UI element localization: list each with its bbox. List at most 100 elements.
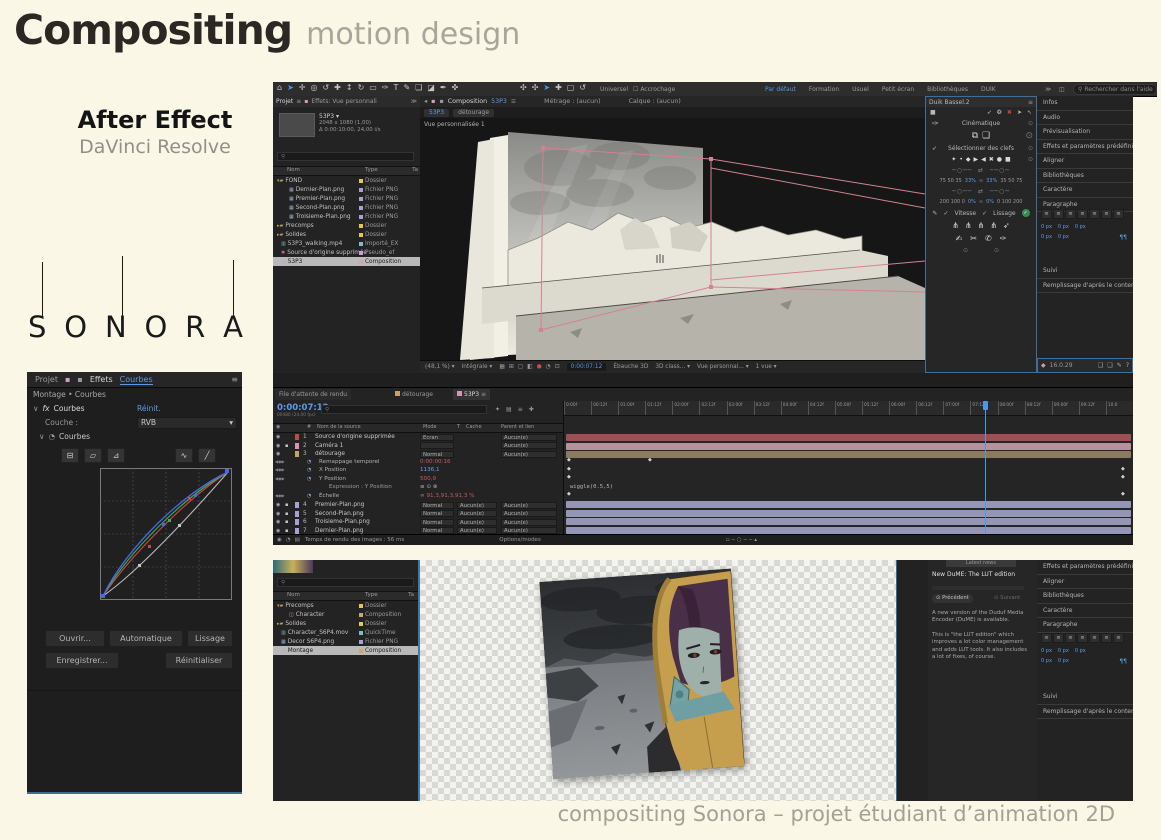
- lock-toggle[interactable]: ▪: [285, 511, 288, 517]
- fast-previews-button[interactable]: Ébauche 3D: [613, 364, 648, 370]
- layer-color-swatch[interactable]: [295, 502, 299, 508]
- auto-curve-button[interactable]: Automatique: [109, 630, 183, 647]
- keyframe-icon[interactable]: ◆: [567, 467, 571, 472]
- visibility-toggle[interactable]: ◉: [276, 511, 280, 517]
- label-color-swatch[interactable]: [359, 613, 363, 617]
- justify-last-left-icon[interactable]: ≡: [1077, 209, 1088, 219]
- project-search-input[interactable]: ⚲: [277, 152, 414, 161]
- reset-curve-button[interactable]: Réinitialiser: [165, 652, 233, 669]
- property-row-echelle[interactable]: ◀◆▶ ◔ Échelle ∞ 91,3,91,3,91,3 %: [273, 493, 563, 502]
- layer-name[interactable]: Second-Plan.png: [315, 511, 364, 517]
- layer-name[interactable]: Caméra 1: [315, 443, 343, 449]
- property-name[interactable]: Expression : Y Position: [329, 484, 392, 490]
- panel-item-caractere[interactable]: Caractère: [1037, 604, 1133, 619]
- tab-calque[interactable]: Calque : (aucun): [629, 98, 681, 105]
- layer-color-swatch[interactable]: [295, 511, 299, 517]
- region-of-interest-icon[interactable]: ▢: [518, 364, 523, 370]
- visibility-toggle[interactable]: ◉: [276, 528, 280, 534]
- layer-name[interactable]: Source d'origine supprimée: [315, 434, 395, 440]
- hand-tool-icon[interactable]: ✛: [299, 83, 306, 92]
- layer-name[interactable]: Troisieme-Plan.png: [315, 519, 370, 525]
- layer-premier-plan[interactable]: ◉ ▪ 4 Premier-Plan.png Normal Aucun(e) A…: [273, 501, 563, 510]
- property-value[interactable]: ∞ 91,3,91,3,91,3 %: [420, 493, 474, 499]
- layer-camera-1[interactable]: ◉ ▪ 2 Caméra 1 Aucun(e): [273, 442, 563, 451]
- project-item-character[interactable]: ◫ Character Composition: [273, 610, 418, 619]
- panel-item-audio[interactable]: Audio: [1037, 111, 1133, 126]
- column-trkmat[interactable]: T: [457, 424, 460, 430]
- blend-mode-select[interactable]: Normal: [420, 451, 454, 458]
- timeline-zoom-slider[interactable]: ▫─○──▴: [726, 537, 759, 543]
- copy-shape-icon[interactable]: ⧉: [972, 131, 978, 141]
- motion-blur-icon[interactable]: ✚: [529, 406, 534, 413]
- parent-select[interactable]: Aucun(e): [501, 451, 557, 458]
- indent-left-field[interactable]: 0 px: [1041, 224, 1052, 230]
- scroll-left-icon[interactable]: ◂: [424, 98, 427, 105]
- universel-dropdown[interactable]: Universel: [600, 86, 628, 93]
- panel-item-remplissage[interactable]: Remplissage d'après le contenu: [1037, 705, 1133, 720]
- channel-icon[interactable]: ●: [537, 364, 542, 370]
- project-item-decor[interactable]: ▦ Decor S6P4.png Fichier PNG: [273, 637, 418, 646]
- cut-icon[interactable]: ✂: [970, 234, 977, 243]
- resolution-select[interactable]: Intégrale ▾: [462, 364, 493, 370]
- character-layer-plane[interactable]: [539, 569, 744, 780]
- panel-menu-icon[interactable]: ≡: [231, 375, 238, 384]
- duik-link-icon[interactable]: ➶: [987, 109, 992, 116]
- project-search-input[interactable]: ⚲: [277, 578, 414, 587]
- text-tool-icon[interactable]: T: [394, 83, 399, 92]
- visibility-toggle[interactable]: ◉: [276, 519, 280, 525]
- column-ta[interactable]: Ta: [412, 167, 418, 173]
- stopwatch-icon[interactable]: ◔: [307, 493, 311, 499]
- keyframe-icon[interactable]: ◆: [1121, 492, 1125, 497]
- selection-tool-icon[interactable]: ➤: [287, 83, 294, 92]
- leg-rig-icon[interactable]: ⋔: [990, 221, 997, 230]
- layer-troisieme-plan[interactable]: ◉ ▪ 6 Troisieme-Plan.png Normal Aucun(e)…: [273, 518, 563, 527]
- label-color-swatch[interactable]: [359, 197, 363, 201]
- align-left-icon[interactable]: ≡: [1041, 633, 1052, 643]
- save-curve-button[interactable]: Enregistrer...: [45, 652, 119, 669]
- duik-brush-icon[interactable]: ✑: [932, 119, 939, 128]
- workspace-bibliotheques[interactable]: Bibliothèques: [927, 86, 968, 93]
- timeline-graph-area[interactable]: 0:00f00:12f01:00f01:12f02:00f02:12f03:00…: [563, 401, 1133, 545]
- dolly-tool-icon[interactable]: ↕: [346, 83, 353, 92]
- pen-icon[interactable]: ✎: [932, 210, 937, 217]
- workspace-duik[interactable]: DUIK: [981, 86, 996, 93]
- justify-last-left-icon[interactable]: ≡: [1077, 633, 1088, 643]
- space-after-field[interactable]: 0 px: [1058, 234, 1069, 240]
- rotate-tool-icon[interactable]: ↻: [358, 83, 365, 92]
- justify-last-right-icon[interactable]: ≡: [1101, 633, 1112, 643]
- indent-right-field[interactable]: 0 px: [1075, 224, 1086, 230]
- option-dot-icon[interactable]: ⊙: [994, 247, 999, 254]
- column-cache[interactable]: Cache: [466, 424, 482, 430]
- align-center-icon[interactable]: ≡: [1053, 209, 1064, 219]
- comp-tab-detourage[interactable]: détourage: [453, 109, 494, 117]
- tab-effets-vue[interactable]: Effets: Vue personnalisée 1: [311, 98, 377, 105]
- interpolation-slider[interactable]: ─○── ⇄ ──○─: [926, 165, 1036, 176]
- cinematique-button[interactable]: Cinématique: [962, 120, 1000, 127]
- collapse-icon[interactable]: ∨: [33, 404, 39, 413]
- viewport[interactable]: Vue personnalisée 1: [420, 118, 925, 360]
- reset-axis-icon[interactable]: ↺: [579, 83, 586, 92]
- align-center-icon[interactable]: ≡: [1053, 633, 1064, 643]
- checkbox-icon[interactable]: ☐: [633, 86, 638, 93]
- label-color-swatch[interactable]: [359, 640, 363, 644]
- panel-menu-icon[interactable]: ≡: [1028, 99, 1033, 106]
- property-value[interactable]: 0:00:00:16: [420, 459, 451, 465]
- project-item-troisieme-plan[interactable]: ▦ Troisieme-Plan.png Fichier PNG: [273, 212, 420, 221]
- parent-select[interactable]: Aucun(e): [501, 519, 557, 526]
- ease-in-field[interactable]: 33%: [965, 178, 976, 184]
- composition-mini-icon[interactable]: ✦: [495, 406, 500, 413]
- panel-item-bibliotheques[interactable]: Bibliothèques: [1037, 169, 1133, 184]
- tab-metrage[interactable]: Métrage : (aucun): [544, 98, 600, 105]
- curve-draw-icon[interactable]: ⊟: [61, 448, 79, 463]
- blend-mode-select[interactable]: Normal: [420, 510, 454, 517]
- project-item-source-supprimee[interactable]: ✱ Source d'origine supprimée Pseudo_ef: [273, 248, 420, 257]
- align-right-icon[interactable]: ≡: [1065, 633, 1076, 643]
- graph-editor-icon[interactable]: ▤: [295, 537, 300, 543]
- indent-right-field[interactable]: 0 px: [1075, 648, 1086, 654]
- keyframe-icon[interactable]: ◆: [567, 458, 571, 463]
- window2-icon[interactable]: ❑: [1107, 362, 1112, 369]
- draft-icon[interactable]: ▤: [506, 406, 512, 413]
- check-icon[interactable]: ✓: [943, 210, 948, 217]
- label-color-swatch[interactable]: [359, 179, 363, 183]
- layer-bar[interactable]: [566, 501, 1131, 508]
